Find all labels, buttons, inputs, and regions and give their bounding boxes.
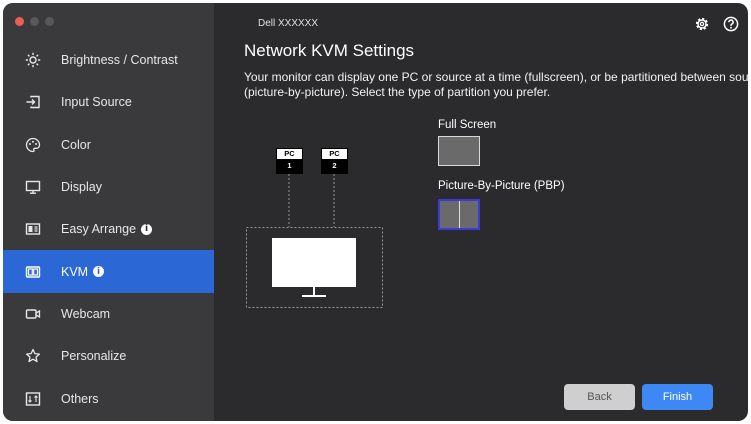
- display-icon: [24, 178, 42, 196]
- full-screen-option[interactable]: [438, 136, 480, 166]
- monitor-screen-icon: [272, 238, 356, 287]
- brightness-icon: [24, 51, 42, 69]
- window-controls: [15, 17, 54, 26]
- pbp-right-pane: [458, 201, 478, 228]
- sidebar-item-others[interactable]: Others: [3, 377, 214, 419]
- page-title: Network KVM Settings: [244, 41, 415, 60]
- sidebar-item-label: Personalize: [61, 349, 127, 364]
- sidebar-item-brightness-contrast[interactable]: Brightness / Contrast: [3, 39, 214, 81]
- sidebar-item-display[interactable]: Display: [3, 166, 214, 208]
- others-icon: [24, 390, 42, 408]
- sidebar-item-personalize[interactable]: Personalize: [3, 335, 214, 377]
- info-icon[interactable]: i: [141, 223, 153, 235]
- pbp-left-pane: [440, 201, 459, 228]
- app-window: Brightness / Contrast Input Source Color…: [3, 3, 748, 421]
- sidebar: Brightness / Contrast Input Source Color…: [3, 3, 214, 421]
- close-window-button[interactable]: [15, 17, 24, 26]
- sidebar-item-label: Easy Arrange: [61, 222, 137, 237]
- sidebar-item-kvm[interactable]: KVM i: [3, 250, 214, 293]
- sidebar-item-label: Color: [61, 137, 91, 152]
- sidebar-item-label: Display: [61, 180, 102, 195]
- pbp-option[interactable]: [438, 199, 480, 230]
- sidebar-item-label: Brightness / Contrast: [61, 53, 178, 68]
- zoom-window-button[interactable]: [45, 17, 54, 26]
- back-button[interactable]: Back: [564, 384, 635, 410]
- kvm-icon: [24, 263, 42, 281]
- info-icon[interactable]: i: [93, 266, 105, 278]
- sidebar-item-easy-arrange[interactable]: Easy Arrange i: [3, 208, 214, 250]
- sidebar-item-label: KVM: [61, 264, 89, 279]
- minimize-window-button[interactable]: [30, 17, 39, 26]
- sidebar-item-input-source[interactable]: Input Source: [3, 81, 214, 123]
- webcam-icon: [24, 305, 42, 323]
- help-icon[interactable]: [723, 16, 739, 32]
- input-source-icon: [24, 93, 42, 111]
- kvm-diagram: PC 1 PC 2: [214, 143, 414, 313]
- page-description: Your monitor can display one PC or sourc…: [244, 70, 748, 100]
- description-line: Your monitor can display one PC or sourc…: [244, 70, 748, 84]
- sidebar-item-label: Webcam: [61, 306, 111, 321]
- monitor-model-label: Dell XXXXXX: [258, 18, 319, 29]
- color-palette-icon: [24, 136, 42, 154]
- full-screen-label: Full Screen: [438, 119, 497, 131]
- easy-arrange-icon: [24, 220, 42, 238]
- sidebar-nav: Brightness / Contrast Input Source Color…: [3, 39, 214, 420]
- pbp-label: Picture-By-Picture (PBP): [438, 180, 565, 192]
- sidebar-item-label: Input Source: [61, 95, 132, 110]
- gear-icon[interactable]: [694, 16, 710, 32]
- sidebar-item-label: Others: [61, 391, 99, 406]
- finish-button[interactable]: Finish: [642, 384, 713, 410]
- sidebar-item-webcam[interactable]: Webcam: [3, 293, 214, 335]
- sidebar-item-color[interactable]: Color: [3, 124, 214, 166]
- star-icon: [24, 347, 42, 365]
- main-panel: Dell XXXXXX Network KVM Settings Your mo…: [214, 3, 748, 421]
- description-line: (picture-by-picture). Select the type of…: [244, 85, 551, 99]
- diagram-graphic: [246, 174, 383, 308]
